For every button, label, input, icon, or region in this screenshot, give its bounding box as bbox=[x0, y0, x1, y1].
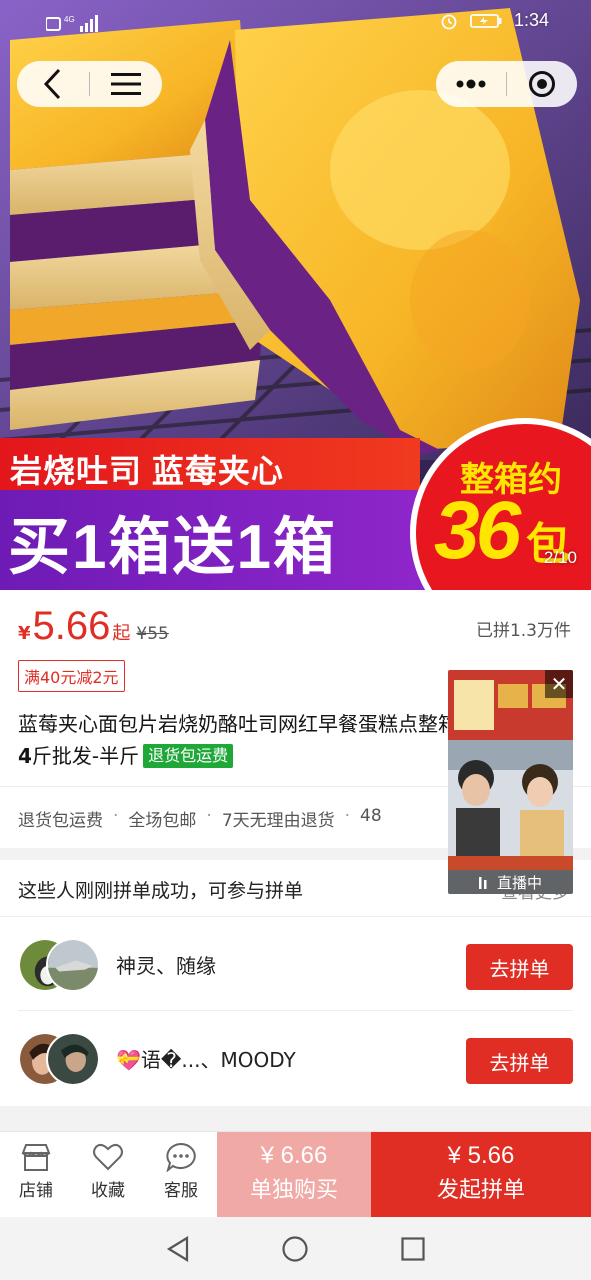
close-miniapp-button[interactable] bbox=[507, 61, 577, 107]
return-shipping-tag: 退货包运费 bbox=[143, 744, 234, 768]
group-member-names: 💝语�...、MOODY bbox=[116, 1048, 296, 1072]
badge-number: 36 bbox=[434, 485, 521, 576]
shop-button[interactable]: 店铺 bbox=[6, 1142, 66, 1201]
target-icon bbox=[529, 71, 555, 97]
system-recents-icon[interactable] bbox=[400, 1236, 426, 1262]
more-options-button[interactable] bbox=[436, 61, 506, 107]
menu-button[interactable] bbox=[90, 61, 162, 107]
group-buy-label: 发起拼单 bbox=[436, 1178, 525, 1203]
menu-icon bbox=[111, 73, 141, 95]
join-group-button[interactable]: 去拼单 bbox=[466, 944, 573, 990]
favorite-button[interactable]: 收藏 bbox=[78, 1142, 138, 1201]
title-text-3: 斤批发-半斤 bbox=[31, 744, 140, 768]
service-item: 48 bbox=[360, 806, 382, 826]
group-member-names: 神灵、随缘 bbox=[116, 954, 216, 978]
favorite-label: 收藏 bbox=[91, 1181, 125, 1201]
shop-icon bbox=[21, 1144, 51, 1171]
buy-alone-button[interactable]: ¥ 6.66 单独购买 bbox=[217, 1132, 371, 1218]
close-icon[interactable]: ✕ bbox=[545, 670, 573, 698]
live-stream-popup[interactable]: ✕ 直播中 bbox=[448, 670, 573, 894]
live-label: 直播中 bbox=[448, 870, 573, 894]
network-type: 4G bbox=[64, 15, 75, 24]
title-text-1: 蓝莓夹心面包片岩烧奶酪吐司网红早餐蛋糕 bbox=[18, 712, 398, 736]
more-dots-icon bbox=[456, 79, 486, 89]
carousel-page-indicator: 2/10 bbox=[543, 548, 577, 567]
heart-icon bbox=[93, 1143, 123, 1171]
service-item: 7天无理由退货 bbox=[221, 811, 335, 831]
group-buy-price: ¥ 5.66 bbox=[447, 1142, 515, 1169]
service-guarantees[interactable]: 退货包运费 · 全场包邮 · 7天无理由退货 · 48 bbox=[18, 806, 448, 831]
nav-capsule-right bbox=[436, 61, 577, 107]
live-video-thumbnail bbox=[448, 670, 573, 894]
status-bar: 4G 1:34 bbox=[0, 0, 591, 46]
avatar bbox=[46, 938, 100, 992]
battery-icon bbox=[470, 13, 502, 28]
customer-service-button[interactable]: 客服 bbox=[151, 1142, 211, 1201]
chevron-left-icon bbox=[43, 68, 61, 100]
avatar bbox=[46, 1032, 100, 1086]
chat-icon bbox=[166, 1142, 196, 1172]
bottom-action-bar: 店铺 收藏 客服 ¥ 6.66 单独购买 ¥ 5.66 发起拼单 bbox=[0, 1131, 591, 1218]
promo-banner-subtitle: 岩烧吐司 蓝莓夹心 bbox=[0, 438, 420, 493]
live-label-text: 直播中 bbox=[496, 873, 542, 892]
group-price: 5.66 bbox=[32, 604, 111, 648]
service-item: 退货包运费 bbox=[18, 811, 103, 831]
price-row: ¥ 5.66 起 ¥55 bbox=[18, 604, 169, 649]
original-price: ¥55 bbox=[136, 624, 169, 644]
signal-icon: 4G bbox=[46, 15, 98, 32]
group-row: 神灵、随缘 去拼单 bbox=[0, 918, 591, 1012]
promo-subtitle-text: 岩烧吐司 蓝莓夹心 bbox=[10, 453, 284, 489]
system-back-icon[interactable] bbox=[165, 1235, 191, 1263]
service-label: 客服 bbox=[164, 1181, 198, 1201]
title-text-bold: 4 bbox=[18, 744, 32, 768]
join-group-button[interactable]: 去拼单 bbox=[466, 1038, 573, 1084]
coupon-badge[interactable]: 满40元减2元 bbox=[18, 660, 125, 692]
promo-title-text: 买1箱送1箱 bbox=[8, 513, 337, 582]
group-row: 💝语�...、MOODY 去拼单 bbox=[0, 1012, 591, 1106]
back-button[interactable] bbox=[17, 61, 89, 107]
alarm-icon bbox=[441, 14, 457, 29]
service-item: 全场包邮 bbox=[128, 811, 197, 831]
buy-alone-price: ¥ 6.66 bbox=[260, 1142, 328, 1169]
sold-count: 已拼1.3万件 bbox=[475, 621, 571, 641]
group-buy-section: 这些人刚刚拼单成功，可参与拼单 查看更多 神灵、随缘 去拼单 💝语�...、MO… bbox=[0, 860, 591, 1106]
price-suffix: 起 bbox=[112, 623, 131, 644]
start-group-buy-button[interactable]: ¥ 5.66 发起拼单 bbox=[371, 1132, 591, 1218]
shop-label: 店铺 bbox=[19, 1181, 53, 1201]
clock: 1:34 bbox=[513, 10, 549, 30]
product-title: 蓝莓夹心面包片岩烧奶酪吐司网红早餐蛋糕点整箱4斤批发-半斤 退货包运费 bbox=[18, 708, 458, 772]
system-navigation-bar bbox=[0, 1217, 591, 1280]
product-image-carousel[interactable]: 4G 1:34 岩烧吐司 蓝莓夹心 买1箱送1箱 整箱约 36 包 2/10 bbox=[0, 0, 591, 590]
buy-alone-label: 单独购买 bbox=[249, 1178, 338, 1203]
group-buy-header: 这些人刚刚拼单成功，可参与拼单 bbox=[18, 880, 304, 902]
live-bars-icon bbox=[478, 877, 487, 889]
currency-symbol: ¥ bbox=[18, 623, 31, 644]
system-home-icon[interactable] bbox=[281, 1235, 309, 1263]
nav-capsule-left bbox=[17, 61, 162, 107]
